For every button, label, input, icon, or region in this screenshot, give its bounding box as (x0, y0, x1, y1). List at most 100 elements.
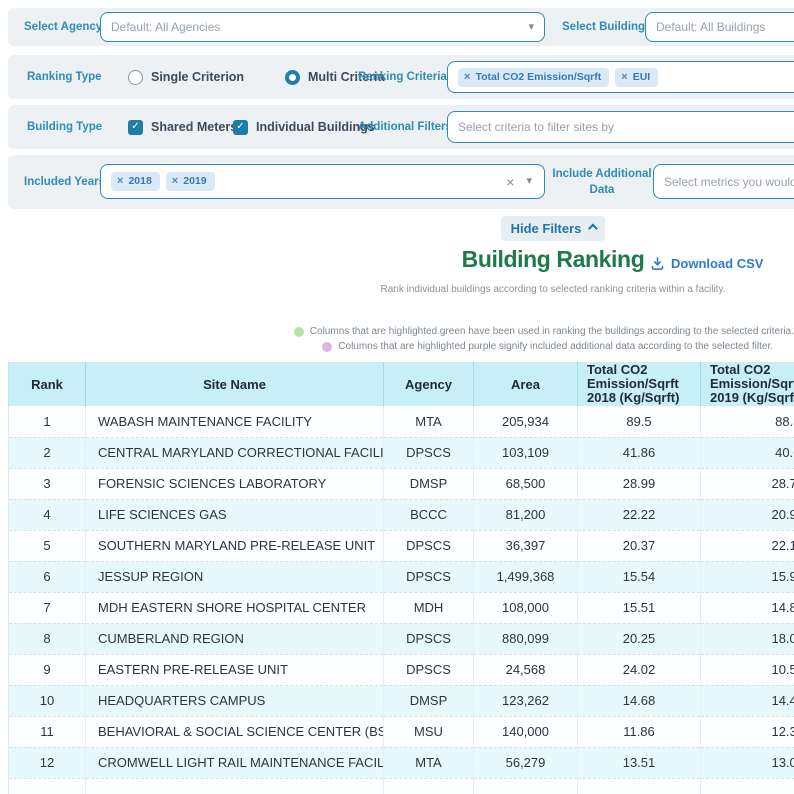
radio-icon[interactable] (128, 70, 143, 85)
table-row: 7 MDH EASTERN SHORE HOSPITAL CENTER MDH … (9, 592, 794, 623)
cell-area (474, 778, 578, 794)
cell-area: 108,000 (474, 592, 578, 623)
tag-label: 2018 (128, 175, 151, 187)
remove-tag-icon[interactable]: × (172, 175, 178, 187)
cell-co2-2018: 89.5 (578, 406, 701, 437)
checkbox-individual-buildings[interactable]: ✓ Individual Buildings (233, 105, 375, 149)
cell-co2-2018: 41.86 (578, 437, 701, 468)
cell-area: 68,500 (474, 468, 578, 499)
cell-rank: 8 (9, 623, 86, 654)
tag-2018: × 2018 (111, 172, 160, 191)
chevron-down-icon[interactable]: ▾ (526, 176, 532, 187)
cell-agency: BCCC (384, 499, 474, 530)
select-building-input[interactable] (656, 20, 794, 34)
cell-agency: DPSCS (384, 623, 474, 654)
cell-rank: 3 (9, 468, 86, 499)
included-years-multiselect[interactable]: × 2018 × 2019 × ▾ (100, 164, 545, 199)
cell-area: 205,934 (474, 406, 578, 437)
cell-rank (9, 778, 86, 794)
legend-purple: Columns that are highlighted purple sign… (322, 341, 773, 352)
cell-area: 1,499,368 (474, 561, 578, 592)
additional-filters-input[interactable] (458, 120, 794, 134)
cell-rank: 4 (9, 499, 86, 530)
cell-co2-2018 (578, 778, 701, 794)
cell-agency: DPSCS (384, 654, 474, 685)
subtitle-row: Rank individual buildings according to s… (0, 284, 794, 295)
table-row: 5 SOUTHERN MARYLAND PRE-RELEASE UNIT DPS… (9, 530, 794, 561)
chevron-up-icon (588, 224, 598, 234)
download-csv-button[interactable]: Download CSV (650, 256, 763, 271)
cell-site-name: WABASH MAINTENANCE FACILITY (86, 406, 384, 437)
ranking-table: Rank Site Name Agency Area Total CO2 Emi… (8, 362, 794, 794)
cell-agency: DMSP (384, 468, 474, 499)
select-agency-combobox[interactable]: ▾ (100, 12, 545, 42)
column-header-rank[interactable]: Rank (9, 362, 86, 406)
checkbox-shared-meters-label[interactable]: Shared Meters (151, 120, 237, 134)
cell-area: 123,262 (474, 685, 578, 716)
tag-label: Total CO2 Emission/Sqrft (475, 71, 601, 83)
legend-green-text: Columns that are highlighted green have … (310, 326, 794, 337)
column-header-area[interactable]: Area (474, 362, 578, 406)
legend-green: Columns that are highlighted green have … (294, 326, 794, 337)
remove-tag-icon[interactable]: × (464, 71, 470, 83)
select-agency-input[interactable] (111, 20, 522, 34)
hide-filters-button[interactable]: Hide Filters (501, 216, 606, 241)
cell-site-name: HEADQUARTERS CAMPUS (86, 685, 384, 716)
column-header-co2-2019[interactable]: Total CO2 Emission/Sqrft 2019 (Kg/Sqrft) (701, 362, 794, 406)
filter-bar-ranking: Ranking Type Single Criterion Multi Crit… (8, 55, 794, 99)
cell-site-name: JESSUP REGION (86, 561, 384, 592)
page-subtitle: Rank individual buildings according to s… (381, 284, 726, 295)
cell-co2-2019: 18.05 (701, 623, 794, 654)
cell-area: 103,109 (474, 437, 578, 468)
cell-site-name: CENTRAL MARYLAND CORRECTIONAL FACILITY (86, 437, 384, 468)
legend-purple-text: Columns that are highlighted purple sign… (338, 341, 773, 352)
radio-single-criterion[interactable]: Single Criterion (128, 55, 244, 99)
checkbox-individual-buildings-label[interactable]: Individual Buildings (256, 120, 375, 134)
green-dot-icon (294, 327, 304, 337)
cell-co2-2019: 14.85 (701, 592, 794, 623)
purple-dot-icon (322, 342, 332, 352)
ranking-type-label: Ranking Type (27, 55, 102, 99)
column-header-agency[interactable]: Agency (384, 362, 474, 406)
ranking-criteria-multiselect[interactable]: × Total CO2 Emission/Sqrft × EUI (447, 61, 794, 93)
radio-selected-icon[interactable] (285, 70, 300, 85)
cell-agency: DMSP (384, 685, 474, 716)
cell-agency: DPSCS (384, 437, 474, 468)
cell-rank: 6 (9, 561, 86, 592)
cell-site-name: LIFE SCIENCES GAS (86, 499, 384, 530)
column-header-site-name[interactable]: Site Name (86, 362, 384, 406)
tag-2019: × 2019 (166, 172, 215, 191)
cell-site-name: CROMWELL LIGHT RAIL MAINTENANCE FACILITY (86, 747, 384, 778)
hide-filters-row: Hide Filters (0, 216, 794, 241)
remove-tag-icon[interactable]: × (621, 71, 627, 83)
additional-filters-select[interactable] (447, 111, 794, 143)
remove-tag-icon[interactable]: × (117, 175, 123, 187)
cell-site-name: MDH EASTERN SHORE HOSPITAL CENTER (86, 592, 384, 623)
checkbox-shared-meters[interactable]: ✓ Shared Meters (128, 105, 237, 149)
download-icon (650, 256, 665, 271)
cell-site-name: CUMBERLAND REGION (86, 623, 384, 654)
cell-agency: MSU (384, 716, 474, 747)
cell-agency (384, 778, 474, 794)
column-header-co2-2018[interactable]: Total CO2 Emission/Sqrft 2018 (Kg/Sqrft) (578, 362, 701, 406)
include-additional-data-input[interactable] (664, 175, 794, 189)
cell-agency: DPSCS (384, 561, 474, 592)
filter-bar-years: Included Years × 2018 × 2019 × ▾ Include… (8, 155, 794, 209)
cell-co2-2018: 11.86 (578, 716, 701, 747)
cell-area: 36,397 (474, 530, 578, 561)
cell-agency: MTA (384, 747, 474, 778)
select-building-combobox[interactable] (645, 12, 794, 42)
cell-rank: 10 (9, 685, 86, 716)
cell-co2-2019: 13.05 (701, 747, 794, 778)
cell-site-name: SOUTHERN MARYLAND PRE-RELEASE UNIT (86, 530, 384, 561)
checkbox-checked-icon[interactable]: ✓ (128, 120, 143, 135)
clear-selection-icon[interactable]: × (506, 175, 514, 189)
include-additional-data-select[interactable] (653, 164, 794, 199)
checkbox-checked-icon[interactable]: ✓ (233, 120, 248, 135)
cell-area: 56,279 (474, 747, 578, 778)
table-row: 1 WABASH MAINTENANCE FACILITY MTA 205,93… (9, 406, 794, 437)
cell-co2-2019: 10.52 (701, 654, 794, 685)
cell-rank: 11 (9, 716, 86, 747)
chevron-down-icon[interactable]: ▾ (528, 22, 534, 33)
radio-single-criterion-label[interactable]: Single Criterion (151, 70, 244, 84)
